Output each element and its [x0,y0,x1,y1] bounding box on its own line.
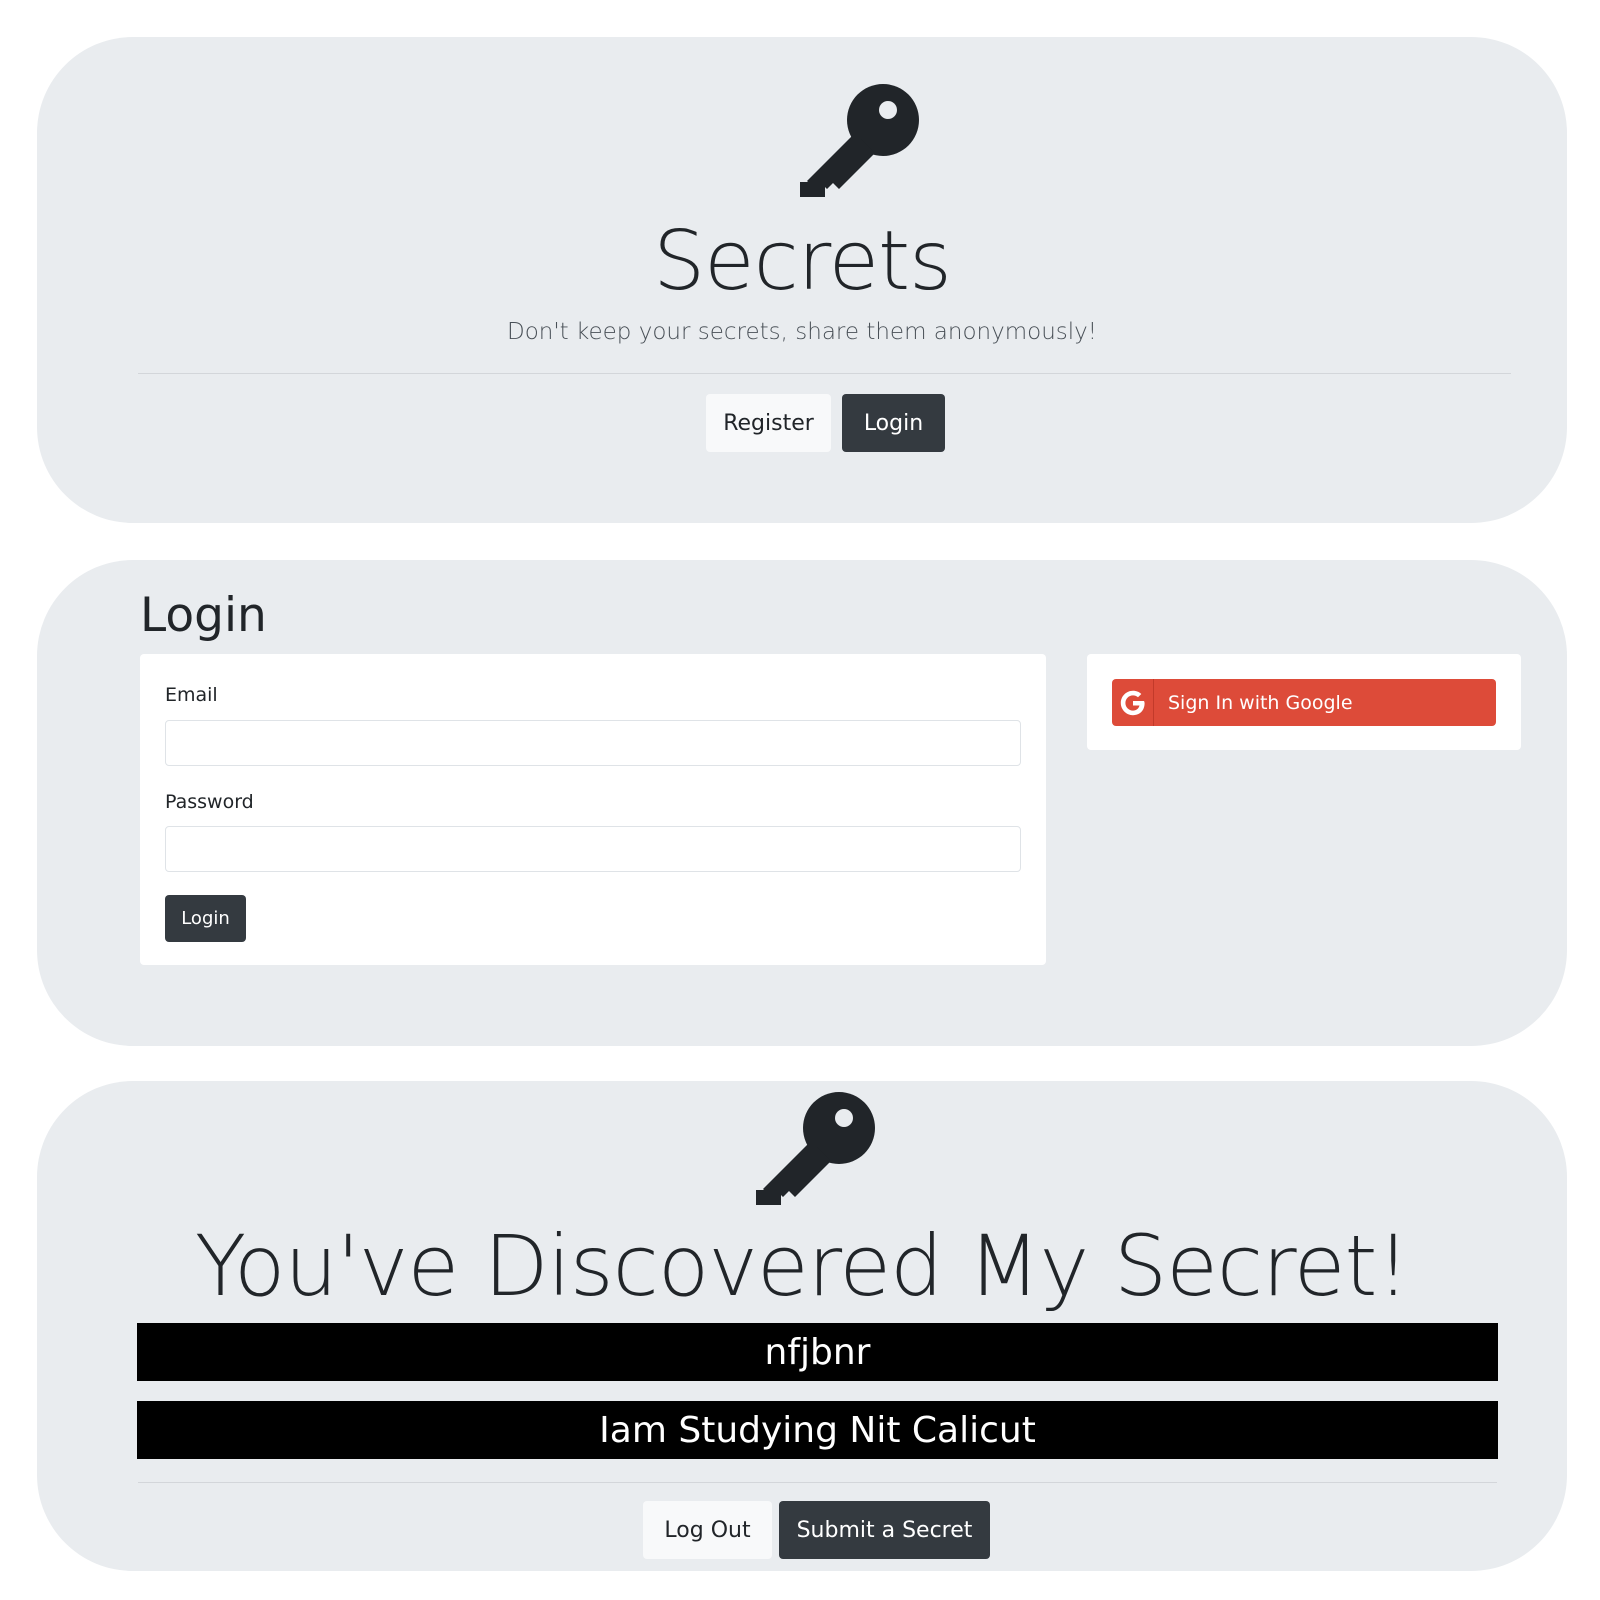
secret-item: Iam Studying Nit Calicut [137,1401,1498,1459]
social-login-card: Sign In with Google [1087,654,1521,750]
google-icon [1112,679,1154,726]
key-icon [756,1092,875,1205]
tagline: Don't keep your secrets, share them anon… [507,319,1097,345]
key-icon [800,84,919,197]
google-sign-in-label: Sign In with Google [1168,691,1353,714]
login-submit-button[interactable]: Login [165,895,246,942]
home-panel: Secrets Don't keep your secrets, share t… [37,37,1567,523]
password-label: Password [165,791,254,813]
password-field[interactable] [165,826,1021,872]
login-button[interactable]: Login [842,394,945,452]
submit-secret-button[interactable]: Submit a Secret [779,1501,990,1559]
google-sign-in-button[interactable]: Sign In with Google [1112,679,1496,726]
divider [138,373,1511,374]
email-label: Email [165,684,218,706]
secrets-title: You've Discovered My Secret! [194,1217,1410,1315]
login-panel: Login Email Password Login Sign In with … [37,560,1567,1046]
email-field[interactable] [165,720,1021,766]
secrets-panel: You've Discovered My Secret! nfjbnr Iam … [37,1081,1567,1571]
login-form-card: Email Password Login [140,654,1046,965]
divider [138,1482,1497,1483]
app-title: Secrets [653,214,952,309]
page-title: Login [140,588,267,643]
logout-button[interactable]: Log Out [643,1501,772,1559]
secret-item: nfjbnr [137,1323,1498,1381]
register-button[interactable]: Register [706,394,831,452]
